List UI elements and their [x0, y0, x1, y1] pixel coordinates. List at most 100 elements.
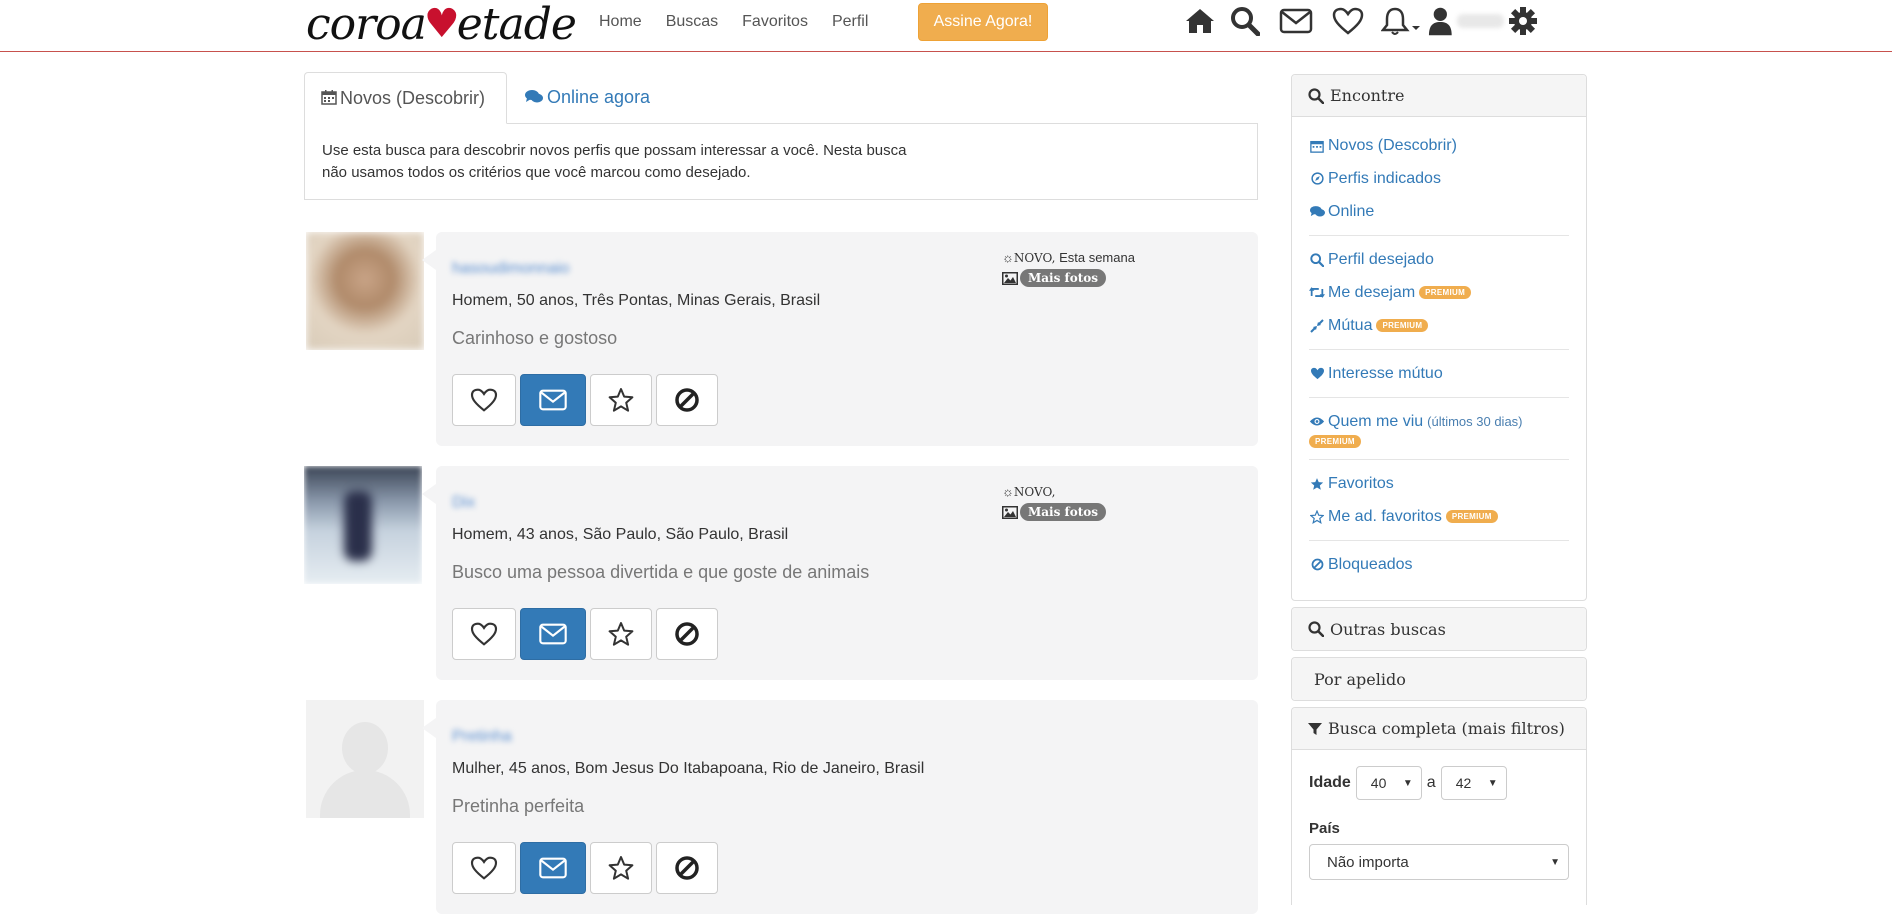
tab-novos[interactable]: Novos (Descobrir) [304, 72, 507, 124]
sidebar-item-perfil-desejado[interactable]: Perfil desejado [1309, 243, 1569, 276]
panel-encontre-header: Encontre [1292, 75, 1586, 117]
favorite-button[interactable] [590, 374, 652, 426]
sidebar-item-label: Quem me viu [1328, 412, 1424, 430]
sidebar-item-label: Me ad. favoritos [1328, 507, 1442, 525]
nav-favoritos-link[interactable]: Favoritos [730, 13, 820, 31]
like-button[interactable] [452, 374, 516, 426]
sidebar-item-favoritos[interactable]: Favoritos [1309, 467, 1569, 500]
sidebar-item-bloqueados[interactable]: Bloqueados [1309, 548, 1569, 581]
caret-down-icon: ▼ [1402, 777, 1413, 789]
home-icon[interactable] [1180, 0, 1220, 42]
compress-icon [1310, 318, 1324, 333]
profile-photo[interactable] [304, 466, 422, 584]
age-filter: Idade 40 ▼ a 42 ▼ [1292, 750, 1586, 800]
profile-nickname[interactable]: hasoudimonnaio [452, 260, 569, 280]
favorite-button[interactable] [590, 608, 652, 660]
favorite-button[interactable] [590, 842, 652, 894]
profile-headline: Carinhoso e gostoso [452, 328, 618, 348]
country-value: Não importa [1327, 853, 1409, 871]
new-badge-icon: ☼ [1002, 250, 1014, 265]
nav-perfil-link[interactable]: Perfil [820, 13, 880, 31]
like-button[interactable] [452, 842, 516, 894]
profile-nickname[interactable]: Pretinha [452, 728, 512, 748]
comments-icon [1309, 206, 1325, 217]
profile-photo-placeholder[interactable] [306, 700, 424, 818]
new-label: NOVO, [1013, 485, 1056, 499]
profile-bubble: Dix Homem, 43 anos, São Paulo, São Paulo… [422, 466, 1258, 680]
caret-down-icon: ▼ [1550, 856, 1560, 868]
premium-badge: PREMIUM [1445, 510, 1498, 523]
block-button[interactable] [656, 374, 718, 426]
profile-nickname[interactable]: Dix [452, 494, 475, 514]
subscribe-button[interactable]: Assine Agora! [918, 3, 1048, 41]
profile-photo[interactable] [306, 232, 424, 350]
message-button[interactable] [520, 374, 586, 426]
search-icon[interactable] [1220, 0, 1270, 42]
nav-home-link[interactable]: Home [590, 13, 654, 31]
site-logo[interactable]: coroa ♥ etade [306, 0, 577, 50]
heart-outline-icon [470, 856, 498, 880]
filter-icon [1308, 722, 1322, 735]
sidebar-item-label: Perfil desejado [1328, 250, 1434, 268]
profile-headline: Pretinha perfeita [452, 796, 585, 816]
heart-outline-icon [470, 622, 498, 646]
block-button[interactable] [656, 608, 718, 660]
heart-icon [1310, 367, 1324, 380]
sidebar-item-label: Perfis indicados [1328, 169, 1441, 187]
age-max-select[interactable]: 42 ▼ [1440, 766, 1507, 800]
nav-buscas-link[interactable]: Buscas [654, 13, 730, 31]
divider [1309, 397, 1569, 398]
panel-outras-buscas[interactable]: Outras buscas [1291, 607, 1587, 651]
age-min-select[interactable]: 40 ▼ [1355, 766, 1422, 800]
sidebar-item-label: Online [1328, 202, 1375, 220]
image-icon [1002, 505, 1018, 519]
sidebar-item-label: Me desejam [1328, 283, 1416, 301]
username-blurred [1456, 14, 1504, 28]
sidebar-item-interesse-mutuo[interactable]: Interesse mútuo [1309, 357, 1569, 390]
eye-icon [1309, 417, 1325, 426]
panel-outras-title: Outras buscas [1330, 619, 1446, 639]
panel-apelido-header: Por apelido [1292, 658, 1586, 700]
more-photos-badge[interactable]: Mais fotos [1020, 269, 1107, 287]
profile-actions [452, 608, 722, 660]
ban-icon [1311, 558, 1323, 571]
sidebar-item-novos[interactable]: Novos (Descobrir) [1309, 129, 1569, 162]
search-icon [1310, 252, 1324, 267]
profile-bubble: Pretinha Mulher, 45 anos, Bom Jesus Do I… [422, 700, 1258, 914]
panel-outras-header: Outras buscas [1292, 608, 1586, 650]
tab-online-label: Online agora [547, 87, 651, 107]
panel-completa-header[interactable]: Busca completa (mais filtros) [1292, 708, 1586, 750]
tab-description-text: Use esta busca para descobrir novos perf… [322, 142, 907, 181]
more-photos-badge[interactable]: Mais fotos [1020, 503, 1107, 521]
gear-icon[interactable] [1504, 0, 1542, 42]
age-max-value: 42 [1455, 775, 1472, 791]
new-when: Esta semana [1059, 250, 1135, 265]
heart-icon[interactable] [1322, 0, 1374, 42]
sidebar-item-mutua[interactable]: Mútua PREMIUM [1309, 309, 1569, 342]
profile-info: Mulher, 45 anos, Bom Jesus Do Itabapoana… [452, 760, 925, 777]
divider [1309, 349, 1569, 350]
message-button[interactable] [520, 608, 586, 660]
new-badge-icon: ☼ [1002, 484, 1014, 499]
like-button[interactable] [452, 608, 516, 660]
panel-por-apelido[interactable]: Por apelido [1291, 657, 1587, 701]
star-outline-icon [1310, 509, 1324, 524]
tab-online[interactable]: Online agora [509, 72, 666, 124]
nav-icon-bar [1180, 0, 1542, 42]
sidebar-item-label: Favoritos [1328, 474, 1394, 492]
block-button[interactable] [656, 842, 718, 894]
star-outline-icon [608, 388, 634, 412]
envelope-icon [539, 389, 567, 411]
sidebar-item-online[interactable]: Online [1309, 195, 1569, 228]
profile-card: Pretinha Mulher, 45 anos, Bom Jesus Do I… [304, 700, 1258, 916]
user-icon[interactable] [1428, 0, 1504, 42]
envelope-icon[interactable] [1270, 0, 1322, 42]
sidebar-item-indicados[interactable]: Perfis indicados [1309, 162, 1569, 195]
logo-text-left: coroa [306, 0, 427, 50]
country-select[interactable]: Não importa ▼ [1309, 844, 1569, 880]
sidebar-item-me-ad-favoritos[interactable]: Me ad. favoritos PREMIUM [1309, 500, 1569, 533]
message-button[interactable] [520, 842, 586, 894]
sidebar-item-me-desejam[interactable]: Me desejam PREMIUM [1309, 276, 1569, 309]
logo-text-right: etade [456, 0, 577, 50]
bell-icon[interactable] [1374, 0, 1428, 42]
